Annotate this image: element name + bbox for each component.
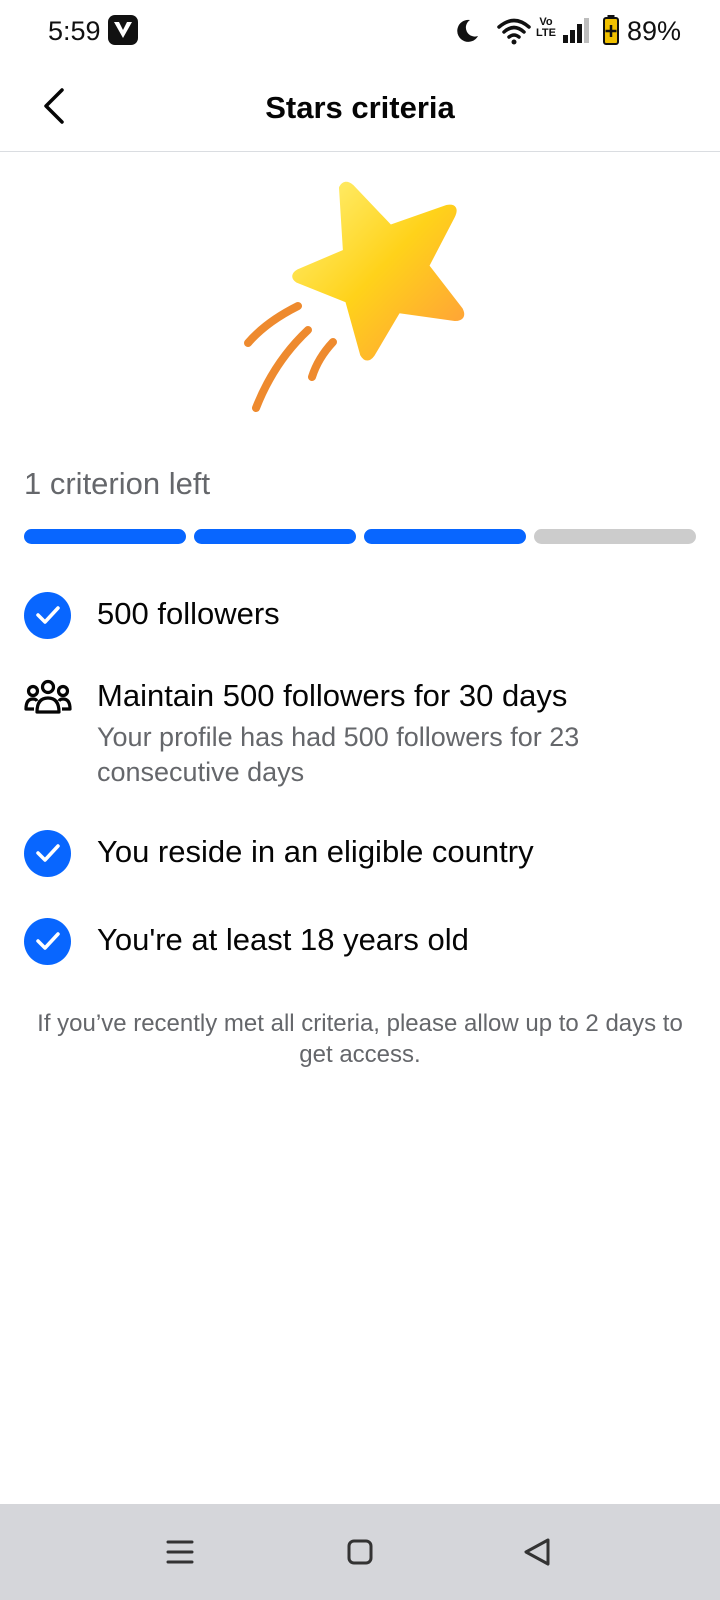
status-bar: 5:59 Vo LTE 89% — [0, 0, 720, 64]
moon-icon — [457, 19, 478, 42]
progress-segment-complete — [194, 529, 356, 544]
signal-icon — [563, 18, 589, 43]
battery-percentage: 89% — [627, 16, 682, 46]
volte-icon: Vo LTE — [536, 16, 556, 39]
check-circle-icon — [24, 918, 71, 965]
check-circle-icon — [24, 830, 71, 877]
home-square-icon[interactable] — [340, 1532, 380, 1572]
criterion-title: You're at least 18 years old — [97, 922, 469, 957]
battery-icon — [603, 15, 619, 45]
system-nav-bar — [0, 1504, 720, 1600]
criteria-progress-bar — [24, 529, 696, 544]
status-time: 5:59 — [48, 16, 101, 46]
menu-icon[interactable] — [160, 1532, 200, 1572]
page-title: Stars criteria — [265, 90, 455, 125]
shooting-star-icon — [244, 181, 465, 412]
criterion-title: Maintain 500 followers for 30 days — [97, 678, 568, 713]
progress-segment-complete — [24, 529, 186, 544]
top-app-bar: Stars criteria — [0, 64, 720, 152]
criterion-title: 500 followers — [97, 596, 280, 631]
criterion-subtitle: Your profile has had 500 followers for 2… — [97, 722, 580, 787]
check-circle-icon — [24, 592, 71, 639]
progress-segment-complete — [364, 529, 526, 544]
progress-segment-pending — [534, 529, 696, 544]
wifi-icon — [497, 18, 531, 45]
back-triangle-icon[interactable] — [518, 1532, 558, 1572]
criterion-title: You reside in an eligible country — [97, 834, 534, 869]
v-app-icon — [108, 15, 138, 45]
criteria-remaining-label: 1 criterion left — [24, 466, 211, 501]
access-footnote: If you’ve recently met all criteria, ple… — [37, 1010, 683, 1068]
people-icon — [24, 679, 72, 714]
